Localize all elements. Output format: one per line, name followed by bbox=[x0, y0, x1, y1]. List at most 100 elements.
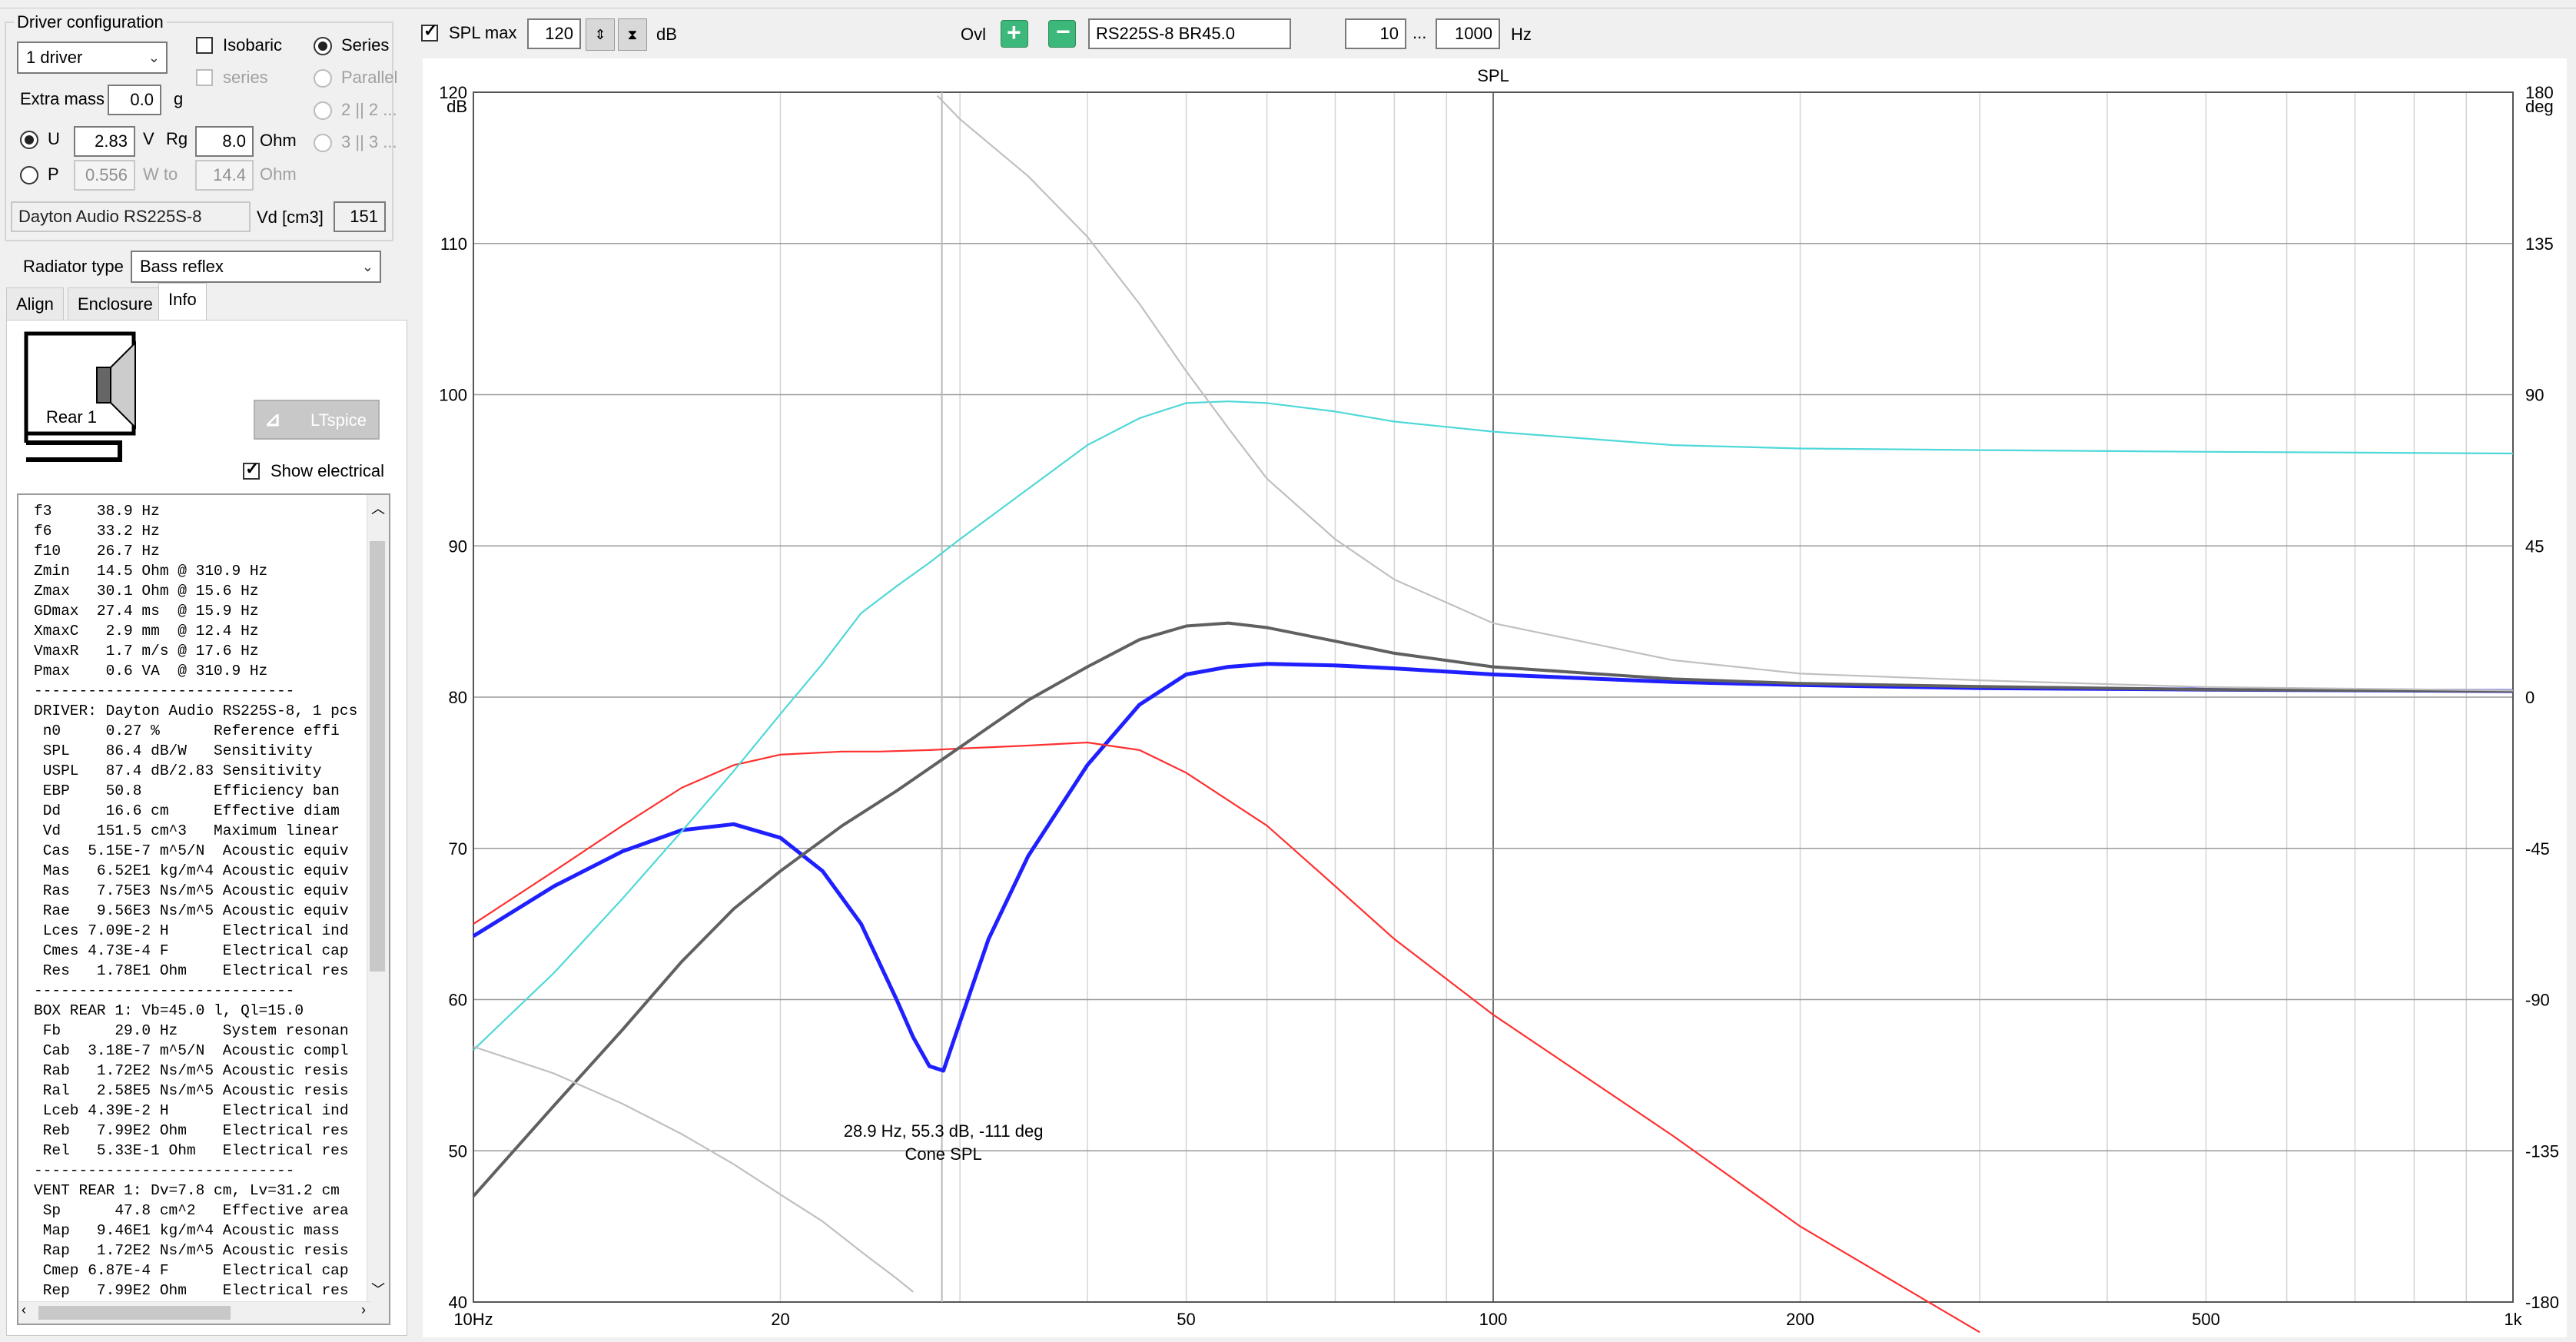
enclosure-diagram: Rear 1 bbox=[20, 329, 229, 487]
config-2x2-radio[interactable] bbox=[314, 101, 332, 120]
isobaric-checkbox[interactable] bbox=[196, 37, 213, 54]
y-axis-label-left: dB bbox=[446, 97, 467, 116]
freq-to-input[interactable]: 1000 bbox=[1436, 18, 1500, 49]
y-tick-label-left: 110 bbox=[440, 234, 467, 254]
info-hscrollbar[interactable]: ‹ › bbox=[18, 1301, 370, 1324]
info-line: f10 26.7 Hz bbox=[34, 543, 160, 560]
show-electrical-label: Show electrical bbox=[271, 461, 384, 480]
info-text-box[interactable]: f3 38.9 Hz f6 33.2 Hz f10 26.7 Hz Zmin 14.5… bbox=[17, 493, 390, 1325]
series-radio[interactable] bbox=[314, 37, 332, 55]
scroll-right-icon[interactable]: › bbox=[361, 1302, 366, 1318]
info-line: Rep 7.99E2 Ohm Electrical res bbox=[34, 1282, 349, 1299]
info-line: Rab 1.72E2 Ns/m^5 Acoustic resis bbox=[34, 1062, 349, 1079]
info-line: Mas 6.52E1 kg/m^4 Acoustic equiv bbox=[34, 862, 349, 879]
series-sub-checkbox[interactable] bbox=[196, 69, 213, 86]
y-tick-label-left: 80 bbox=[449, 688, 467, 707]
info-line: USPL 87.4 dB/2.83 Sensitivity bbox=[34, 762, 322, 779]
info-line: Zmax 30.1 Ohm @ 15.6 Hz bbox=[34, 583, 259, 600]
p-unit: W to bbox=[143, 164, 178, 184]
info-line: Vd 151.5 cm^3 Maximum linear bbox=[34, 822, 340, 839]
scroll-left-icon[interactable]: ‹ bbox=[22, 1302, 26, 1318]
scroll-thumb[interactable] bbox=[370, 541, 385, 972]
info-line: BOX REAR 1: Vb=45.0 l, Ql=15.0 bbox=[34, 1002, 304, 1019]
minus-icon: − bbox=[1056, 18, 1071, 45]
remove-overlay-button[interactable]: − bbox=[1048, 18, 1076, 48]
spl-chart[interactable]: SPL120110100908070605040dB18013590450-45… bbox=[423, 58, 2567, 1337]
overlay-name-input[interactable]: RS225S-8 BR45.0 bbox=[1088, 18, 1291, 49]
rg-unit: Ohm bbox=[260, 131, 297, 150]
ltspice-button[interactable]: ⊿ LTspice bbox=[254, 400, 380, 440]
scroll-down-icon[interactable]: ﹀ bbox=[371, 1279, 385, 1299]
config-3x3-radio[interactable] bbox=[314, 134, 332, 152]
info-line: Map 9.46E1 kg/m^4 Acoustic mass bbox=[34, 1222, 340, 1239]
x-tick-label: 1k bbox=[2504, 1310, 2522, 1329]
hscroll-thumb[interactable] bbox=[38, 1306, 231, 1320]
y-tick-label-left: 60 bbox=[449, 991, 467, 1010]
p-ohm-input[interactable]: 14.4 bbox=[195, 160, 254, 191]
spl-max-checkbox[interactable] bbox=[421, 21, 438, 42]
info-line: Cmes 4.73E-4 F Electrical cap bbox=[34, 942, 349, 959]
diagram-label: Rear 1 bbox=[46, 407, 98, 427]
spl-max-input[interactable]: 120 bbox=[527, 18, 581, 49]
rg-input[interactable]: 8.0 bbox=[195, 126, 254, 157]
x-tick-label: 50 bbox=[1177, 1310, 1195, 1329]
vd-field[interactable]: 151 bbox=[334, 201, 386, 232]
freq-from-input[interactable]: 10 bbox=[1345, 18, 1406, 49]
info-line: Rel 5.33E-1 Ohm Electrical res bbox=[34, 1142, 349, 1159]
info-line: GDmax 27.4 ms @ 15.9 Hz bbox=[34, 603, 259, 620]
info-line: DRIVER: Dayton Audio RS225S-8, 1 pcs bbox=[34, 703, 358, 719]
radiator-type-select[interactable]: Bass reflex ⌄ bbox=[131, 251, 381, 283]
info-line: Ral 2.58E5 Ns/m^5 Acoustic resis bbox=[34, 1082, 349, 1099]
radiator-type-label: Radiator type bbox=[23, 257, 124, 276]
x-tick-label: 200 bbox=[1786, 1310, 1814, 1329]
show-electrical-checkbox[interactable] bbox=[243, 459, 260, 480]
spl-fit-button[interactable]: ⧗ bbox=[618, 18, 647, 51]
x-tick-label: 100 bbox=[1479, 1310, 1508, 1329]
spl-up-down-button[interactable]: ⇕ bbox=[586, 18, 615, 51]
info-vscrollbar[interactable]: ︿ ﹀ bbox=[367, 495, 389, 1324]
config-3x3-label: 3 || 3 ... bbox=[341, 132, 397, 151]
tab-align[interactable]: Align bbox=[6, 287, 64, 321]
y-tick-label-right: -90 bbox=[2525, 991, 2550, 1010]
y-tick-label-left: 70 bbox=[449, 839, 467, 859]
add-overlay-button[interactable]: + bbox=[1001, 18, 1028, 48]
extra-mass-label: Extra mass bbox=[20, 89, 105, 108]
y-tick-label-left: 50 bbox=[449, 1141, 467, 1161]
driver-config-title: Driver configuration bbox=[14, 12, 167, 32]
driver-name-field[interactable]: Dayton Audio RS225S-8 bbox=[11, 201, 251, 232]
info-line: f3 38.9 Hz bbox=[34, 503, 160, 520]
info-line: Res 1.78E1 Ohm Electrical res bbox=[34, 962, 349, 979]
extra-mass-unit: g bbox=[174, 89, 184, 108]
p-input[interactable]: 0.556 bbox=[74, 160, 135, 191]
x-tick-label: 10Hz bbox=[453, 1310, 493, 1329]
info-line: ----------------------------- bbox=[34, 683, 295, 699]
series-sub-label: series bbox=[223, 68, 268, 87]
tab-info[interactable]: Info bbox=[158, 283, 207, 322]
info-line: Pmax 0.6 VA @ 310.9 Hz bbox=[34, 663, 268, 679]
u-input[interactable]: 2.83 bbox=[74, 126, 135, 157]
tab-enclosure[interactable]: Enclosure bbox=[68, 287, 163, 321]
p-radio[interactable] bbox=[20, 166, 38, 184]
freq-separator: ... bbox=[1412, 23, 1427, 42]
info-line: Fb 29.0 Hz System resonan bbox=[34, 1022, 349, 1039]
info-line: SPL 86.4 dB/W Sensitivity bbox=[34, 742, 313, 759]
scroll-up-icon[interactable]: ︿ bbox=[371, 498, 385, 518]
u-radio[interactable] bbox=[20, 131, 38, 149]
annotation-line1: 28.9 Hz, 55.3 dB, -111 deg bbox=[844, 1121, 1044, 1141]
parallel-radio[interactable] bbox=[314, 69, 332, 88]
info-line: n0 0.27 % Reference effi bbox=[34, 722, 340, 739]
y-tick-label-left: 100 bbox=[439, 386, 467, 405]
info-line: Cmep 6.87E-4 F Electrical cap bbox=[34, 1262, 349, 1279]
series-label: Series bbox=[341, 35, 390, 55]
driver-count-select[interactable]: 1 driver ⌄ bbox=[17, 42, 168, 74]
y-axis-label-right: deg bbox=[2525, 97, 2554, 116]
extra-mass-input[interactable]: 0.0 bbox=[108, 85, 161, 115]
plus-icon: + bbox=[1007, 18, 1021, 46]
info-line: Rap 1.72E2 Ns/m^5 Acoustic resis bbox=[34, 1242, 349, 1259]
chevron-down-icon: ⌄ bbox=[148, 50, 160, 65]
info-line: Rae 9.56E3 Ns/m^5 Acoustic equiv bbox=[34, 902, 349, 919]
y-tick-label-right: -180 bbox=[2525, 1293, 2559, 1312]
up-down-icon: ⇕ bbox=[594, 27, 606, 42]
info-line: VmaxR 1.7 m/s @ 17.6 Hz bbox=[34, 643, 259, 659]
annotation-line2: Cone SPL bbox=[905, 1144, 981, 1164]
